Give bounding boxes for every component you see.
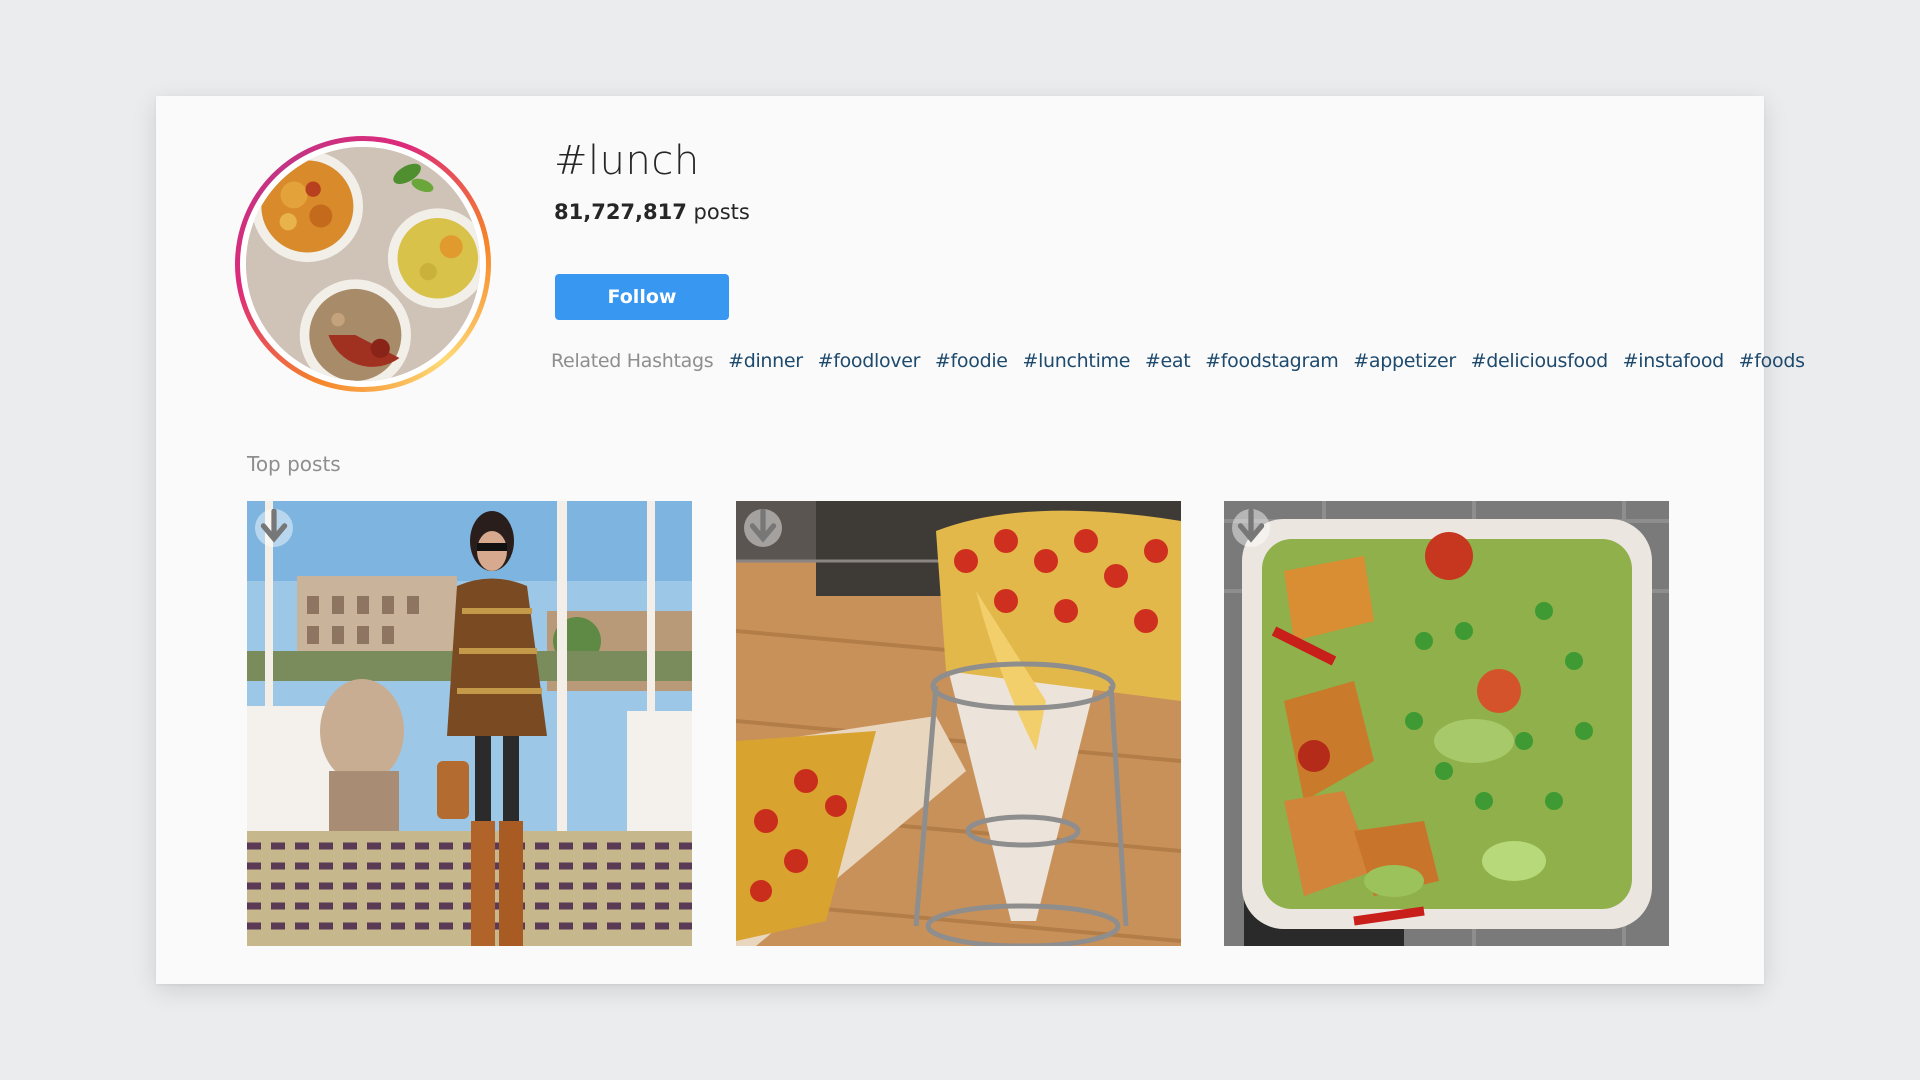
- download-icon[interactable]: [744, 509, 782, 547]
- related-tag-link[interactable]: #appetizer: [1353, 350, 1456, 372]
- top-post-2[interactable]: [736, 501, 1181, 946]
- hashtag-page-card: #lunch 81,727,817 posts Follow Related H…: [156, 96, 1805, 984]
- related-tag-link[interactable]: #instafood: [1623, 350, 1725, 372]
- post-image-pizza-cones: [736, 501, 1181, 946]
- post-count-label: posts: [693, 200, 750, 224]
- post-count-value: 81,727,817: [554, 200, 687, 224]
- related-tag-link[interactable]: #deliciousfood: [1471, 350, 1609, 372]
- post-image-salad-bowl: [1224, 501, 1669, 946]
- related-tag-link[interactable]: #foods: [1739, 350, 1805, 372]
- top-posts-heading: Top posts: [247, 452, 341, 476]
- hashtag-avatar: [235, 136, 491, 392]
- related-hashtags: Related Hashtags #dinner #foodlover #foo…: [551, 350, 1805, 372]
- related-tag-link[interactable]: #foodstagram: [1205, 350, 1339, 372]
- hashtag-title: #lunch: [554, 138, 700, 184]
- post-image-restaurant: [247, 501, 692, 946]
- related-tag-link[interactable]: #dinner: [728, 350, 803, 372]
- related-tag-link[interactable]: #eat: [1145, 350, 1191, 372]
- related-tag-link[interactable]: #foodlover: [818, 350, 921, 372]
- post-count: 81,727,817 posts: [554, 200, 750, 224]
- related-tag-link[interactable]: #foodie: [935, 350, 1008, 372]
- top-post-1[interactable]: [247, 501, 692, 946]
- related-hashtags-label: Related Hashtags: [551, 350, 714, 372]
- top-post-3[interactable]: [1224, 501, 1669, 946]
- download-icon[interactable]: [1232, 509, 1270, 547]
- download-icon[interactable]: [255, 509, 293, 547]
- related-tag-link[interactable]: #lunchtime: [1022, 350, 1130, 372]
- avatar-food-bowls-image: [246, 147, 480, 381]
- follow-button[interactable]: Follow: [555, 274, 729, 320]
